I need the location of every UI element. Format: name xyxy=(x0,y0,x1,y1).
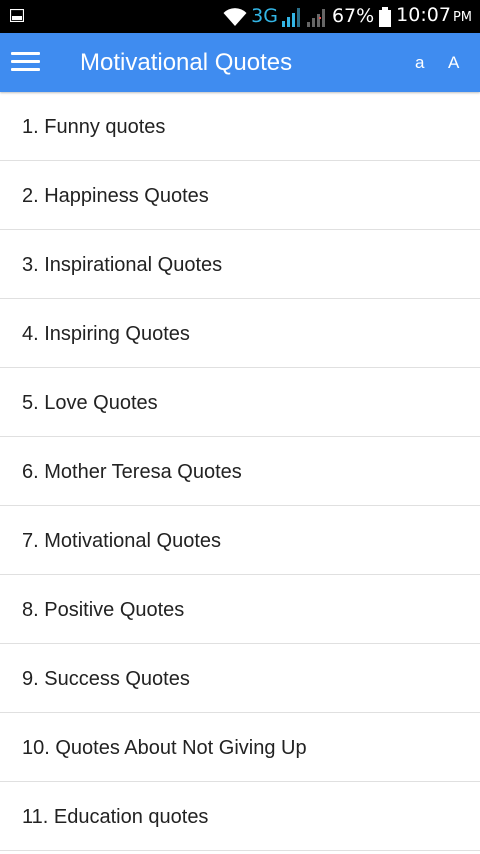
clock-ampm: PM xyxy=(452,10,472,25)
signal-icon xyxy=(306,8,325,27)
list-item[interactable]: 4. Inspiring Quotes xyxy=(0,299,480,368)
list-item-label: 3. Inspirational Quotes xyxy=(22,254,223,276)
app-bar: Motivational Quotes a A xyxy=(0,33,480,92)
list-item[interactable]: 10. Quotes About Not Giving Up xyxy=(0,713,480,782)
font-increase-button[interactable]: A xyxy=(448,33,459,92)
list-item-label: 11. Education quotes xyxy=(22,806,209,828)
image-icon xyxy=(10,9,24,22)
list-item-label: 1. Funny quotes xyxy=(22,116,166,138)
battery-icon xyxy=(379,6,392,27)
network-type: 3G xyxy=(251,5,278,27)
font-decrease-button[interactable]: a xyxy=(415,33,424,92)
status-bar: 3G 67% 10:07 PM xyxy=(0,0,480,33)
list-item-label: 4. Inspiring Quotes xyxy=(22,323,190,345)
wifi-icon xyxy=(223,7,247,26)
page-title: Motivational Quotes xyxy=(80,49,293,76)
list-item[interactable]: 8. Positive Quotes xyxy=(0,575,480,644)
list-item-label: 5. Love Quotes xyxy=(22,392,158,414)
list-item[interactable]: 5. Love Quotes xyxy=(0,368,480,437)
list-item-label: 2. Happiness Quotes xyxy=(22,185,209,207)
list-item[interactable]: 1. Funny quotes xyxy=(0,92,480,161)
battery-percent: 67% xyxy=(331,5,375,27)
list-item[interactable]: 9. Success Quotes xyxy=(0,644,480,713)
menu-icon[interactable] xyxy=(11,50,41,74)
clock-time: 10:07 PM xyxy=(396,0,472,34)
list-item[interactable]: 3. Inspirational Quotes xyxy=(0,230,480,299)
clock-hhmm: 10:07 xyxy=(396,4,451,26)
quote-category-list: 1. Funny quotes 2. Happiness Quotes 3. I… xyxy=(0,92,480,851)
status-icons: 3G 67% 10:07 PM xyxy=(223,0,472,33)
list-item-label: 10. Quotes About Not Giving Up xyxy=(22,737,307,759)
signal-icon xyxy=(281,7,300,27)
list-item[interactable]: 6. Mother Teresa Quotes xyxy=(0,437,480,506)
list-item[interactable]: 2. Happiness Quotes xyxy=(0,161,480,230)
list-item[interactable]: 11. Education quotes xyxy=(0,782,480,851)
list-item-label: 7. Motivational Quotes xyxy=(22,530,221,552)
list-item-label: 9. Success Quotes xyxy=(22,668,190,690)
list-item-label: 8. Positive Quotes xyxy=(22,599,185,621)
list-item-label: 6. Mother Teresa Quotes xyxy=(22,461,242,483)
list-item[interactable]: 7. Motivational Quotes xyxy=(0,506,480,575)
